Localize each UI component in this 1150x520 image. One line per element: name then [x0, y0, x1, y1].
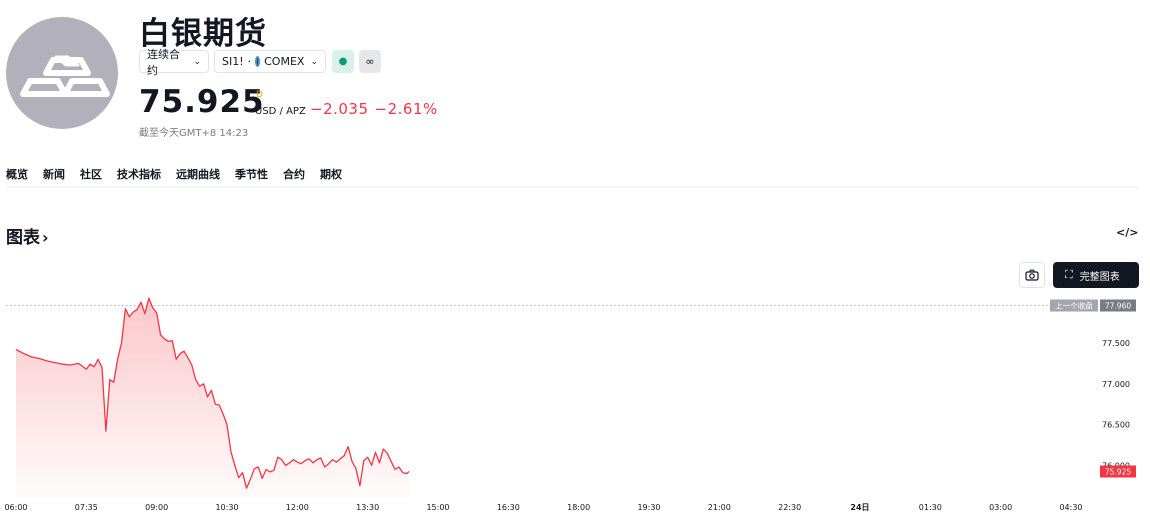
tab-news[interactable]: 新闻	[43, 166, 65, 182]
exchange-flag-icon	[255, 56, 261, 67]
x-tick-label: 13:30	[356, 503, 379, 512]
x-tick-label: 21:00	[708, 503, 731, 512]
x-tick-label: 16:30	[497, 503, 520, 512]
change-value: −2.035	[310, 100, 369, 118]
tab-options[interactable]: 期权	[320, 166, 342, 182]
exchange-label: COMEX	[264, 55, 305, 68]
currency-label: USD / APZ	[255, 106, 306, 117]
market-open-dot-icon: ●	[338, 56, 348, 67]
y-tick-label: 77.500	[1102, 339, 1130, 348]
y-tick-label: 77.000	[1102, 380, 1130, 389]
embed-code-button[interactable]: </>	[1116, 226, 1138, 239]
market-status-button[interactable]: ●	[332, 50, 354, 73]
related-symbols-button[interactable]: ∞	[359, 50, 381, 73]
tab-bar-divider	[6, 186, 1139, 188]
x-tick-label: 03:00	[989, 503, 1012, 512]
price-delay-flag: D	[256, 90, 263, 100]
x-tick-label: 01:30	[919, 503, 942, 512]
chevron-down-icon: ⌄	[310, 56, 318, 67]
infinity-icon: ∞	[365, 55, 375, 68]
last-price: 75.925	[139, 84, 265, 120]
tab-forward-curve[interactable]: 远期曲线	[176, 166, 220, 182]
silver-bars-logo	[6, 17, 118, 129]
full-chart-label: 完整图表	[1079, 271, 1120, 283]
snapshot-button[interactable]	[1019, 262, 1045, 288]
tab-seasonals[interactable]: 季节性	[235, 166, 268, 182]
tab-overview[interactable]: 概览	[6, 166, 28, 182]
tab-bar: 概览 新闻 社区 技术指标 远期曲线 季节性 合约 期权	[6, 166, 357, 182]
chart-section-link[interactable]: 图表 ›	[6, 223, 49, 248]
x-tick-label: 09:00	[145, 503, 168, 512]
as-of-time: 截至今天GMT+8 14:23	[139, 128, 249, 139]
last-price-badge-label: 75.925	[1105, 467, 1131, 476]
x-tick-label: 18:00	[567, 503, 590, 512]
x-tick-label: 15:00	[426, 503, 449, 512]
change-percent: −2.61%	[374, 100, 438, 118]
symbol-selector[interactable]: SI1! · COMEX ⌄	[214, 50, 326, 73]
tab-technicals[interactable]: 技术指标	[117, 166, 161, 182]
x-tick-label: 12:00	[286, 503, 309, 512]
x-tick-label: 19:30	[637, 503, 660, 512]
x-tick-label: 10:30	[215, 503, 238, 512]
price-chart[interactable]: 上一个收盘77.96077.50077.00076.50076.00075.92…	[0, 290, 1150, 520]
silver-bars-icon	[20, 55, 110, 97]
chart-section-title: 图表	[6, 228, 40, 248]
x-tick-label: 07:35	[75, 503, 98, 512]
y-tick-label: 76.500	[1102, 421, 1130, 430]
previous-close-value: 77.960	[1105, 301, 1131, 310]
tab-contracts[interactable]: 合约	[283, 166, 305, 182]
x-tick-label: 24日	[850, 503, 869, 512]
chevron-down-icon: ⌄	[193, 56, 201, 67]
tab-community[interactable]: 社区	[80, 166, 102, 182]
symbol-label: SI1!	[222, 55, 244, 68]
camera-icon	[1025, 269, 1039, 281]
x-tick-label: 04:30	[1059, 503, 1082, 512]
fullscreen-icon: ⛶	[1065, 268, 1073, 281]
contract-selector[interactable]: 连续合约 ⌄	[139, 48, 209, 77]
price-area-fill	[16, 298, 410, 498]
previous-close-label: 上一个收盘	[1055, 300, 1093, 310]
x-tick-label: 22:30	[778, 503, 801, 512]
contract-selector-label: 连续合约	[147, 47, 180, 77]
price-change: −2.035 −2.61%	[310, 100, 438, 118]
full-chart-button[interactable]: ⛶ 完整图表	[1053, 262, 1139, 288]
chevron-right-icon: ›	[42, 228, 49, 247]
x-tick-label: 06:00	[4, 503, 27, 512]
separator-dot: ·	[247, 55, 252, 68]
